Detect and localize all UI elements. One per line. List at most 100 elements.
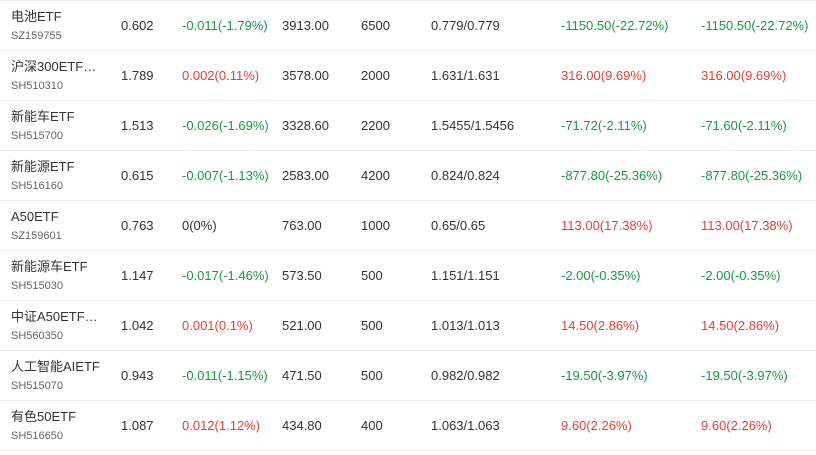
- security-cell[interactable]: 电池ETF SZ159755: [11, 1, 109, 50]
- position-quantity: 500: [361, 318, 383, 333]
- security-code: SH510310: [11, 79, 63, 92]
- security-cell[interactable]: 中证A50ETF… SH560350: [11, 301, 109, 350]
- market-value: 2583.00: [282, 168, 329, 183]
- cost-price: 0.65/0.65: [431, 218, 486, 233]
- price-change: 0.002(0.11%): [182, 68, 260, 83]
- security-name[interactable]: 新能源ETF: [11, 158, 75, 176]
- position-quantity: 400: [361, 418, 383, 433]
- market-value: 763.00: [282, 218, 322, 233]
- security-code: SH515030: [11, 279, 63, 292]
- position-quantity: 6500: [361, 18, 390, 33]
- security-cell[interactable]: A50ETF SZ159601: [11, 201, 109, 250]
- profit-loss: -2.00(-0.35%): [561, 268, 641, 283]
- profit-loss: -19.50(-3.97%): [561, 368, 648, 383]
- security-name[interactable]: 电池ETF: [11, 8, 62, 26]
- table-row[interactable]: A50ETF SZ159601 0.763 0(0%) 763.00 1000 …: [0, 201, 816, 251]
- latest-price: 1.789: [121, 68, 154, 83]
- price-change: -0.007(-1.13%): [182, 168, 269, 183]
- profit-loss: 113.00(17.38%): [561, 218, 653, 233]
- market-value: 471.50: [282, 368, 322, 383]
- security-cell[interactable]: 沪深300ETF… SH510310: [11, 51, 109, 100]
- cost-price: 0.982/0.982: [431, 368, 500, 383]
- table-row[interactable]: 新能源车ETF SH515030 1.147 -0.017(-1.46%) 57…: [0, 251, 816, 301]
- security-name[interactable]: 人工智能AIETF: [11, 358, 100, 376]
- security-code: SH560350: [11, 329, 63, 342]
- cost-price: 1.5455/1.5456: [431, 118, 515, 133]
- market-value: 3913.00: [282, 18, 329, 33]
- profit-loss-total: -877.80(-25.36%): [701, 168, 803, 183]
- market-value: 3578.00: [282, 68, 329, 83]
- security-code: SH516160: [11, 179, 63, 192]
- security-name[interactable]: 有色50ETF: [11, 408, 76, 426]
- profit-loss: -71.72(-2.11%): [561, 118, 647, 133]
- market-value: 3328.60: [282, 118, 329, 133]
- latest-price: 0.615: [121, 168, 154, 183]
- security-code: SH515700: [11, 129, 63, 142]
- table-row[interactable]: 有色50ETF SH516650 1.087 0.012(1.12%) 434.…: [0, 401, 816, 451]
- table-row[interactable]: 沪深300ETF… SH510310 1.789 0.002(0.11%) 35…: [0, 51, 816, 101]
- security-code: SZ159601: [11, 229, 62, 242]
- position-quantity: 2000: [361, 68, 390, 83]
- cost-price: 1.631/1.631: [431, 68, 500, 83]
- table-row[interactable]: 新能车ETF SH515700 1.513 -0.026(-1.69%) 332…: [0, 101, 816, 151]
- price-change: 0(0%): [182, 218, 217, 233]
- latest-price: 1.042: [121, 318, 154, 333]
- security-name[interactable]: 新能车ETF: [11, 108, 75, 126]
- profit-loss: 316.00(9.69%): [561, 68, 647, 83]
- market-value: 521.00: [282, 318, 322, 333]
- profit-loss-total: -2.00(-0.35%): [701, 268, 781, 283]
- price-change: -0.026(-1.69%): [182, 118, 269, 133]
- cost-price: 1.151/1.151: [431, 268, 500, 283]
- profit-loss-total: -71.60(-2.11%): [701, 118, 787, 133]
- profit-loss-total: 9.60(2.26%): [701, 418, 772, 433]
- security-cell[interactable]: 新能源ETF SH516160: [11, 151, 109, 200]
- security-cell[interactable]: 人工智能AIETF SH515070: [11, 351, 109, 400]
- cost-price: 0.824/0.824: [431, 168, 500, 183]
- security-name[interactable]: 新能源车ETF: [11, 258, 88, 276]
- position-quantity: 500: [361, 268, 383, 283]
- latest-price: 0.602: [121, 18, 154, 33]
- cost-price: 1.063/1.063: [431, 418, 500, 433]
- table-row[interactable]: 人工智能AIETF SH515070 0.943 -0.011(-1.15%) …: [0, 351, 816, 401]
- position-quantity: 2200: [361, 118, 390, 133]
- profit-loss-total: 14.50(2.86%): [701, 318, 780, 333]
- latest-price: 1.147: [121, 268, 154, 283]
- position-quantity: 500: [361, 368, 383, 383]
- position-quantity: 4200: [361, 168, 390, 183]
- table-row[interactable]: 中证A50ETF… SH560350 1.042 0.001(0.1%) 521…: [0, 301, 816, 351]
- price-change: -0.017(-1.46%): [182, 268, 269, 283]
- security-name[interactable]: A50ETF: [11, 208, 59, 226]
- security-code: SH516650: [11, 429, 63, 442]
- price-change: -0.011(-1.79%): [182, 18, 268, 33]
- holdings-table: 电池ETF SZ159755 0.602 -0.011(-1.79%) 3913…: [0, 0, 816, 451]
- profit-loss-total: -19.50(-3.97%): [701, 368, 788, 383]
- profit-loss: 9.60(2.26%): [561, 418, 632, 433]
- cost-price: 1.013/1.013: [431, 318, 500, 333]
- profit-loss: -1150.50(-22.72%): [561, 18, 669, 33]
- table-row[interactable]: 电池ETF SZ159755 0.602 -0.011(-1.79%) 3913…: [0, 1, 816, 51]
- position-quantity: 1000: [361, 218, 390, 233]
- profit-loss-total: 113.00(17.38%): [701, 218, 793, 233]
- profit-loss: -877.80(-25.36%): [561, 168, 663, 183]
- security-code: SH515070: [11, 379, 63, 392]
- price-change: -0.011(-1.15%): [182, 368, 268, 383]
- latest-price: 1.087: [121, 418, 154, 433]
- market-value: 573.50: [282, 268, 322, 283]
- price-change: 0.001(0.1%): [182, 318, 253, 333]
- table-row[interactable]: 新能源ETF SH516160 0.615 -0.007(-1.13%) 258…: [0, 151, 816, 201]
- security-cell[interactable]: 有色50ETF SH516650: [11, 401, 109, 450]
- price-change: 0.012(1.12%): [182, 418, 261, 433]
- security-cell[interactable]: 新能源车ETF SH515030: [11, 251, 109, 300]
- security-name[interactable]: 中证A50ETF…: [11, 308, 98, 326]
- security-cell[interactable]: 新能车ETF SH515700: [11, 101, 109, 150]
- market-value: 434.80: [282, 418, 322, 433]
- profit-loss-total: 316.00(9.69%): [701, 68, 787, 83]
- security-name[interactable]: 沪深300ETF…: [11, 58, 96, 76]
- latest-price: 0.943: [121, 368, 154, 383]
- cost-price: 0.779/0.779: [431, 18, 500, 33]
- security-code: SZ159755: [11, 29, 62, 42]
- latest-price: 1.513: [121, 118, 154, 133]
- profit-loss: 14.50(2.86%): [561, 318, 640, 333]
- profit-loss-total: -1150.50(-22.72%): [701, 18, 809, 33]
- latest-price: 0.763: [121, 218, 154, 233]
